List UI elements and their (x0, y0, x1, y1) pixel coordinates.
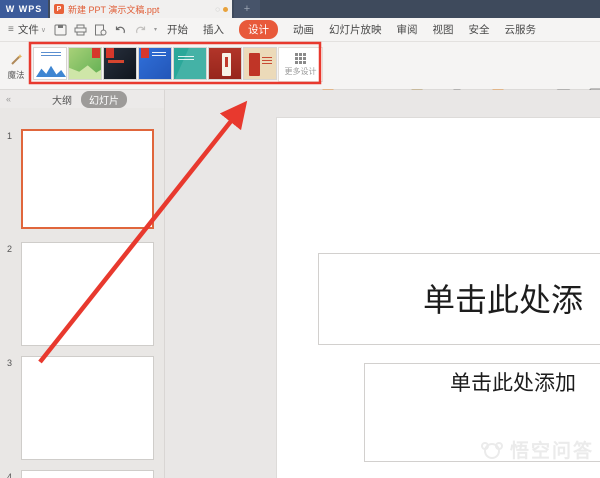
redo-icon[interactable] (134, 24, 147, 36)
template-thumbnail-7[interactable] (243, 47, 277, 80)
document-tab[interactable]: P 新建 PPT 演示文稿.ppt ◌ (50, 0, 232, 18)
editing-workspace: 单击此处添 单击此处添加 悟空问答 (166, 90, 600, 478)
slides-sidebar: « 大纲 幻灯片 1 2 3 4 (0, 90, 165, 478)
hot-badge-icon (141, 48, 149, 58)
slide-canvas[interactable]: 单击此处添 单击此处添加 悟空问答 (277, 118, 600, 478)
design-ribbon: 魔法 更多设计 导入模板 本文模板 (0, 42, 600, 90)
more-designs-button[interactable]: 更多设计 (278, 47, 323, 82)
tab-slideshow[interactable]: 幻灯片放映 (329, 22, 382, 37)
template-thumbnail-5[interactable] (173, 47, 207, 80)
template-thumbnail-3[interactable] (103, 47, 137, 80)
titlebar: W WPS P 新建 PPT 演示文稿.ppt ◌ + (0, 0, 600, 18)
slide-thumbnail-4[interactable] (21, 470, 154, 478)
outline-tab[interactable]: 大纲 (52, 92, 72, 107)
wps-presentation-window: W WPS P 新建 PPT 演示文稿.ppt ◌ + ≡ 文件 ∨ ▾ 开始 … (0, 0, 600, 478)
tab-design[interactable]: 设计 (239, 20, 278, 39)
hot-badge-icon (106, 48, 114, 58)
tab-insert[interactable]: 插入 (203, 22, 224, 37)
slide-number: 4 (7, 472, 12, 478)
slide-thumbnail-list: 1 2 3 4 (0, 108, 164, 478)
design-template-strip: 更多设计 (33, 47, 323, 82)
grid-icon (295, 53, 306, 64)
wukong-monkey-icon (480, 438, 504, 462)
slide-number: 2 (7, 244, 12, 254)
wps-logo[interactable]: W WPS (0, 0, 48, 18)
tab-cloud[interactable]: 云服务 (504, 22, 536, 37)
slide-number: 1 (7, 131, 12, 141)
qat-dropdown-icon[interactable]: ▾ (154, 26, 157, 33)
template-thumbnail-2[interactable] (68, 47, 102, 80)
template-thumbnail-1[interactable] (33, 47, 67, 80)
tab-view[interactable]: 视图 (432, 22, 453, 37)
hamburger-icon[interactable]: ≡ (8, 24, 14, 35)
watermark-text: 悟空问答 (510, 436, 594, 463)
menubar: ≡ 文件 ∨ ▾ 开始 插入 设计 动画 幻灯片放映 审阅 视图 安全 云服务 (0, 18, 600, 42)
tab-security[interactable]: 安全 (468, 22, 489, 37)
tab-animation[interactable]: 动画 (293, 22, 314, 37)
new-tab-button[interactable]: + (234, 0, 260, 18)
watermark: 悟空问答 (480, 436, 594, 463)
quick-access-toolbar: ▾ (54, 24, 157, 36)
more-designs-label: 更多设计 (285, 66, 317, 77)
tab-status-icon: ◌ (215, 5, 220, 14)
template-thumbnail-6[interactable] (208, 47, 242, 80)
magic-wand-icon (9, 52, 24, 67)
slide-thumbnail-1[interactable] (21, 129, 154, 229)
save-icon[interactable] (54, 24, 67, 36)
document-tab-title: 新建 PPT 演示文稿.ppt (68, 3, 212, 16)
file-caret-icon[interactable]: ∨ (41, 26, 46, 34)
title-placeholder[interactable]: 单击此处添 (318, 253, 600, 345)
magic-label: 魔法 (7, 69, 24, 81)
ppt-file-icon: P (54, 4, 64, 14)
collapse-panel-icon[interactable]: « (6, 94, 11, 104)
slide-thumbnail-2[interactable] (21, 242, 154, 346)
tab-review[interactable]: 审阅 (396, 22, 417, 37)
sidebar-header: « 大纲 幻灯片 (0, 90, 164, 108)
undo-icon[interactable] (114, 24, 127, 36)
slide-thumbnail-3[interactable] (21, 356, 154, 460)
template-thumbnail-4[interactable] (138, 47, 172, 80)
unsaved-dot-icon (223, 7, 228, 12)
magic-beautify-button[interactable]: 魔法 (2, 46, 30, 86)
slides-tab[interactable]: 幻灯片 (81, 91, 127, 108)
tab-home[interactable]: 开始 (167, 22, 188, 37)
print-icon[interactable] (74, 24, 87, 36)
file-menu[interactable]: 文件 (18, 22, 39, 37)
print-preview-icon[interactable] (94, 24, 107, 36)
menu-items: 开始 插入 设计 动画 幻灯片放映 审阅 视图 安全 云服务 (167, 20, 536, 39)
slide-number: 3 (7, 358, 12, 368)
hot-badge-icon (92, 48, 100, 58)
